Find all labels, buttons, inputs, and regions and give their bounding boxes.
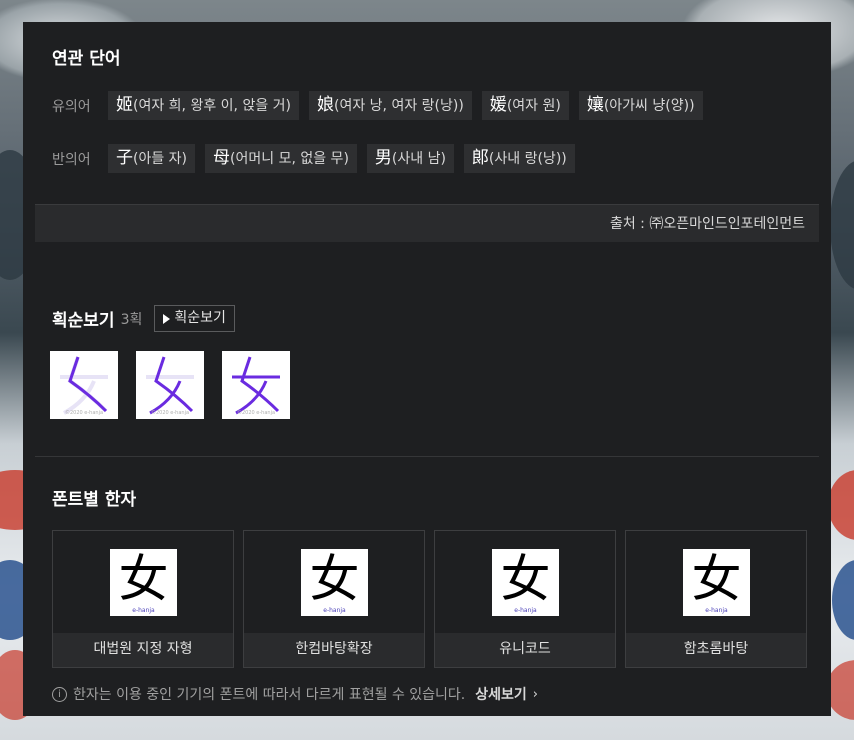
- antonym-chip[interactable]: 男(사내 남): [366, 144, 454, 173]
- hanja-detail-panel: 연관 단어 유의어 姬(여자 희, 왕후 이, 앉을 거) 娘(여자 낭, 여자…: [23, 22, 831, 716]
- stroke-order-header: 획순보기 3획 획순보기: [52, 305, 235, 332]
- font-glyph-image: 女 e-hanja: [492, 549, 559, 616]
- chip-hanja: 子: [116, 148, 133, 168]
- stroke-watermark: ©2020 e-hanja: [64, 410, 104, 416]
- stroke-watermark: ©2020 e-hanja: [150, 410, 190, 416]
- font-glyph-image: 女 e-hanja: [110, 549, 177, 616]
- synonym-chip[interactable]: 娘(여자 낭, 여자 랑(낭)): [309, 91, 472, 120]
- font-caption: 유니코드: [435, 633, 615, 667]
- synonym-chip[interactable]: 孃(아가씨 냥(양)): [578, 91, 703, 120]
- font-card[interactable]: 女 e-hanja 한컴바탕확장: [243, 530, 425, 668]
- chip-hanja: 孃: [586, 95, 604, 115]
- stroke-order-play-button[interactable]: 획순보기: [154, 305, 235, 332]
- font-glyph: 女: [691, 550, 742, 608]
- source-credit: 출처 : ㈜오픈마인드인포테인먼트: [35, 204, 819, 242]
- font-glyph: 女: [118, 550, 169, 608]
- details-link[interactable]: 상세보기: [475, 684, 527, 704]
- stroke-count: 3획: [120, 311, 143, 328]
- chip-reading: (여자 희, 왕후 이, 앉을 거): [133, 98, 291, 114]
- font-glyph: 女: [309, 550, 360, 608]
- font-caption: 대법원 지정 자형: [53, 633, 233, 667]
- chip-hanja: 姬: [116, 95, 133, 115]
- chip-hanja: 母: [213, 148, 231, 168]
- chevron-right-icon: ›: [532, 686, 538, 702]
- font-brand: e-hanja: [132, 607, 155, 614]
- font-notice-text: 한자는 이용 중인 기기의 폰트에 따라서 다르게 표현될 수 있습니다.: [73, 687, 466, 703]
- chip-reading: (아가씨 냥(양)): [603, 98, 695, 114]
- stroke-order-title: 획순보기: [52, 311, 115, 331]
- stroke-step-3-svg: [232, 356, 280, 415]
- stroke-step-2-image[interactable]: ©2020 e-hanja: [136, 351, 204, 419]
- font-glyph-image: 女 e-hanja: [301, 549, 368, 616]
- stroke-order-button-label: 획순보기: [174, 310, 226, 326]
- chip-reading: (사내 랑(낭)): [488, 151, 567, 167]
- synonym-chip[interactable]: 姬(여자 희, 왕후 이, 앉을 거): [108, 91, 299, 120]
- chip-reading: (여자 원): [506, 98, 561, 114]
- chip-reading: (어머니 모, 없을 무): [230, 151, 349, 167]
- font-brand: e-hanja: [514, 607, 537, 614]
- stroke-step-3-image[interactable]: ©2020 e-hanja: [222, 351, 290, 419]
- chip-reading: (사내 남): [391, 151, 446, 167]
- play-icon: [163, 313, 171, 324]
- chip-hanja: 郞: [471, 148, 489, 168]
- synonym-chip[interactable]: 媛(여자 원): [481, 91, 569, 120]
- chip-reading: (아들 자): [133, 151, 188, 167]
- antonym-label: 반의어: [52, 151, 91, 168]
- antonym-chip[interactable]: 子(아들 자): [108, 144, 196, 173]
- info-icon: i: [52, 686, 67, 702]
- font-caption: 함초롬바탕: [626, 633, 806, 667]
- fonts-title: 폰트별 한자: [52, 490, 137, 510]
- chip-hanja: 娘: [317, 95, 334, 115]
- antonym-chip[interactable]: 郞(사내 랑(낭)): [463, 144, 575, 173]
- stroke-step-2-svg: [146, 356, 194, 415]
- font-notice: i 한자는 이용 중인 기기의 폰트에 따라서 다르게 표현될 수 있습니다. …: [52, 684, 538, 704]
- font-glyph: 女: [500, 550, 551, 608]
- chip-hanja: 媛: [489, 95, 507, 115]
- font-card-list: 女 e-hanja 대법원 지정 자형 女 e-hanja 한컴바탕확장 女 e…: [52, 530, 807, 668]
- chip-hanja: 男: [374, 148, 392, 168]
- font-card[interactable]: 女 e-hanja 대법원 지정 자형: [52, 530, 234, 668]
- font-card[interactable]: 女 e-hanja 함초롬바탕: [625, 530, 807, 668]
- stroke-step-1-image[interactable]: ©2020 e-hanja: [50, 351, 118, 419]
- section-divider: [35, 456, 819, 457]
- font-caption: 한컴바탕확장: [244, 633, 424, 667]
- font-brand: e-hanja: [705, 607, 728, 614]
- stroke-step-1-svg: [60, 356, 108, 415]
- stroke-order-images: ©2020 e-hanja ©2020 e-hanja ©2020 e-hanj…: [50, 351, 290, 419]
- font-glyph-image: 女 e-hanja: [683, 549, 750, 616]
- stroke-watermark: ©2020 e-hanja: [236, 410, 276, 416]
- related-words-title: 연관 단어: [52, 49, 121, 69]
- antonym-chip[interactable]: 母(어머니 모, 없을 무): [205, 144, 357, 173]
- synonym-label: 유의어: [52, 98, 91, 115]
- synonym-row: 유의어 姬(여자 희, 왕후 이, 앉을 거) 娘(여자 낭, 여자 랑(낭))…: [52, 91, 713, 120]
- font-brand: e-hanja: [323, 607, 346, 614]
- antonym-row: 반의어 子(아들 자) 母(어머니 모, 없을 무) 男(사내 남) 郞(사내 …: [52, 144, 585, 173]
- font-card[interactable]: 女 e-hanja 유니코드: [434, 530, 616, 668]
- chip-reading: (여자 낭, 여자 랑(낭)): [334, 98, 464, 114]
